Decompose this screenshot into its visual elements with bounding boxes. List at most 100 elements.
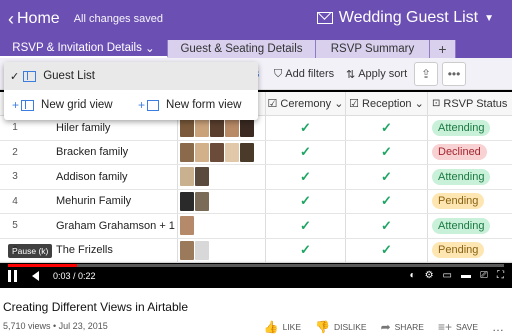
status-badge: Pending [432,242,485,259]
more-actions-icon[interactable]: … [492,320,504,334]
photo-thumbnail[interactable] [210,142,224,162]
more-options-button[interactable]: ••• [442,62,466,86]
rsvp-status-cell[interactable]: Pending [428,242,512,259]
tab-rsvp-summary[interactable]: RSVP Summary [316,40,430,58]
guest-name-cell[interactable]: Addison family [30,165,178,189]
pause-button[interactable] [8,270,20,282]
table-row[interactable]: 3 Addison family ✓ ✓ Attending [0,165,512,190]
reception-cell[interactable]: ✓ [346,165,428,189]
rsvp-status-cell[interactable]: Pending [428,193,512,210]
rsvp-status-cell[interactable]: Attending [428,119,512,136]
column-header-reception[interactable]: ☑ Reception ⌄ [346,92,428,115]
view-switcher-menu: ✓ Guest List + New grid view + New form vie… [4,62,258,120]
rsvp-status-cell[interactable]: Declined [428,144,512,161]
view-item-guest-list[interactable]: ✓ Guest List [4,62,258,90]
table-tabs: RSVP & Invitation Details ⌄ Guest & Seat… [0,38,512,58]
ceremony-cell[interactable]: ✓ [266,165,346,189]
photo-thumbnail[interactable] [180,118,194,138]
video-player[interactable]: ‹ Home All changes saved Wedding Guest Li… [0,0,512,288]
photo-thumbnail[interactable] [195,240,209,260]
photo-thumbnail[interactable] [210,118,224,138]
guest-name-cell[interactable]: Bracken family [30,140,178,164]
playlist-add-icon: ≡+ [437,320,452,334]
photo-thumbnail[interactable] [180,240,194,260]
add-table-button[interactable]: + [430,40,456,58]
table-row[interactable]: 2 Bracken family ✓ ✓ Declined [0,140,512,165]
photo-thumbnail[interactable] [195,142,209,162]
progress-bar[interactable] [8,264,504,267]
table-row[interactable]: 4 Mehurin Family ✓ ✓ Pending [0,189,512,214]
reception-cell[interactable]: ✓ [346,238,428,262]
tab-guest-seating[interactable]: Guest & Seating Details [168,40,316,58]
settings-gear-icon[interactable]: ⚙ [425,270,434,281]
photo-thumbnail[interactable] [180,167,194,187]
column-header-rsvp-status[interactable]: ⊡ RSVP Status [428,98,512,110]
ceremony-cell[interactable]: ✓ [266,214,346,238]
check-icon: ✓ [10,70,20,83]
share-view-button[interactable]: ⇪ [414,62,438,86]
dislike-button[interactable]: 👎 DISLIKE [315,320,367,334]
photo-cell[interactable] [178,165,266,189]
grid-view-icon [21,99,35,111]
video-title: Creating Different Views in Airtable [3,300,188,314]
status-badge: Declined [432,144,487,161]
rsvp-status-cell[interactable]: Attending [428,217,512,234]
photo-cell[interactable] [178,214,266,238]
tab-rsvp-invitation[interactable]: RSVP & Invitation Details ⌄ [0,40,168,58]
thumbs-down-icon: 👎 [315,320,330,334]
ceremony-cell[interactable]: ✓ [266,189,346,213]
reception-cell[interactable]: ✓ [346,140,428,164]
time-display: 0:03 / 0:22 [53,271,96,281]
ceremony-cell[interactable]: ✓ [266,116,346,140]
cast-icon[interactable]: ⎚ [480,270,488,281]
like-button[interactable]: 👍 LIKE [264,320,301,334]
ceremony-cell[interactable]: ✓ [266,140,346,164]
photo-cell[interactable] [178,140,266,164]
form-view-icon [147,99,160,111]
ceremony-cell[interactable]: ✓ [266,238,346,262]
guest-name-cell[interactable]: Mehurin Family [30,189,178,213]
photo-cell[interactable] [178,189,266,213]
table-row[interactable]: 5 Graham Grahamson + 1 ✓ ✓ Attending [0,214,512,239]
filter-icon: ⛉ [274,67,283,80]
apply-sort-button[interactable]: ⇅ Apply sort [346,64,407,84]
photo-thumbnail[interactable] [195,167,209,187]
progress-fill [8,264,78,267]
fullscreen-icon[interactable]: ⛶ [497,270,504,281]
photo-thumbnail[interactable] [180,142,194,162]
reception-cell[interactable]: ✓ [346,116,428,140]
guest-name-cell[interactable]: Graham Grahamson + 1 [30,214,178,238]
add-filters-button[interactable]: ⛉ Add filters [274,64,334,84]
save-button[interactable]: ≡+ SAVE [438,320,478,334]
envelope-icon [316,12,333,24]
new-grid-view-button[interactable]: + New grid view [12,95,113,115]
photo-thumbnail[interactable] [240,118,254,138]
photo-thumbnail[interactable] [240,142,254,162]
photo-thumbnail[interactable] [225,118,239,138]
volume-icon[interactable] [32,271,39,281]
photo-thumbnail[interactable] [195,191,209,211]
rsvp-status-cell[interactable]: Attending [428,168,512,185]
base-title[interactable]: Wedding Guest List ▼ [316,9,494,27]
autoplay-toggle[interactable]: ◐ [410,270,416,281]
reception-cell[interactable]: ✓ [346,189,428,213]
row-number: 3 [12,171,18,183]
reception-cell[interactable]: ✓ [346,214,428,238]
photo-thumbnail[interactable] [225,142,239,162]
theater-mode-icon[interactable]: ▬ [461,270,471,281]
new-form-view-button[interactable]: + New form view [138,95,241,115]
photo-thumbnail[interactable] [180,216,194,236]
photo-thumbnail[interactable] [180,191,194,211]
miniplayer-icon[interactable]: ▭ [443,270,452,281]
player-controls: 0:03 / 0:22 ◐ ⚙ ▭ ▬ ⎚ ⛶ [0,260,512,288]
row-number: 1 [12,122,18,134]
photo-thumbnail[interactable] [195,118,209,138]
share-button[interactable]: ➦ SHARE [381,320,424,334]
chevron-left-icon: ‹ [8,9,14,29]
thumbs-up-icon: 👍 [263,320,279,334]
share-icon: ⇪ [420,67,432,81]
home-link[interactable]: ‹ Home [8,10,60,28]
photo-cell[interactable] [178,238,266,262]
column-header-ceremony[interactable]: ☑ Ceremony ⌄ [266,92,346,115]
guest-name-cell[interactable]: The Frizells [30,238,178,262]
